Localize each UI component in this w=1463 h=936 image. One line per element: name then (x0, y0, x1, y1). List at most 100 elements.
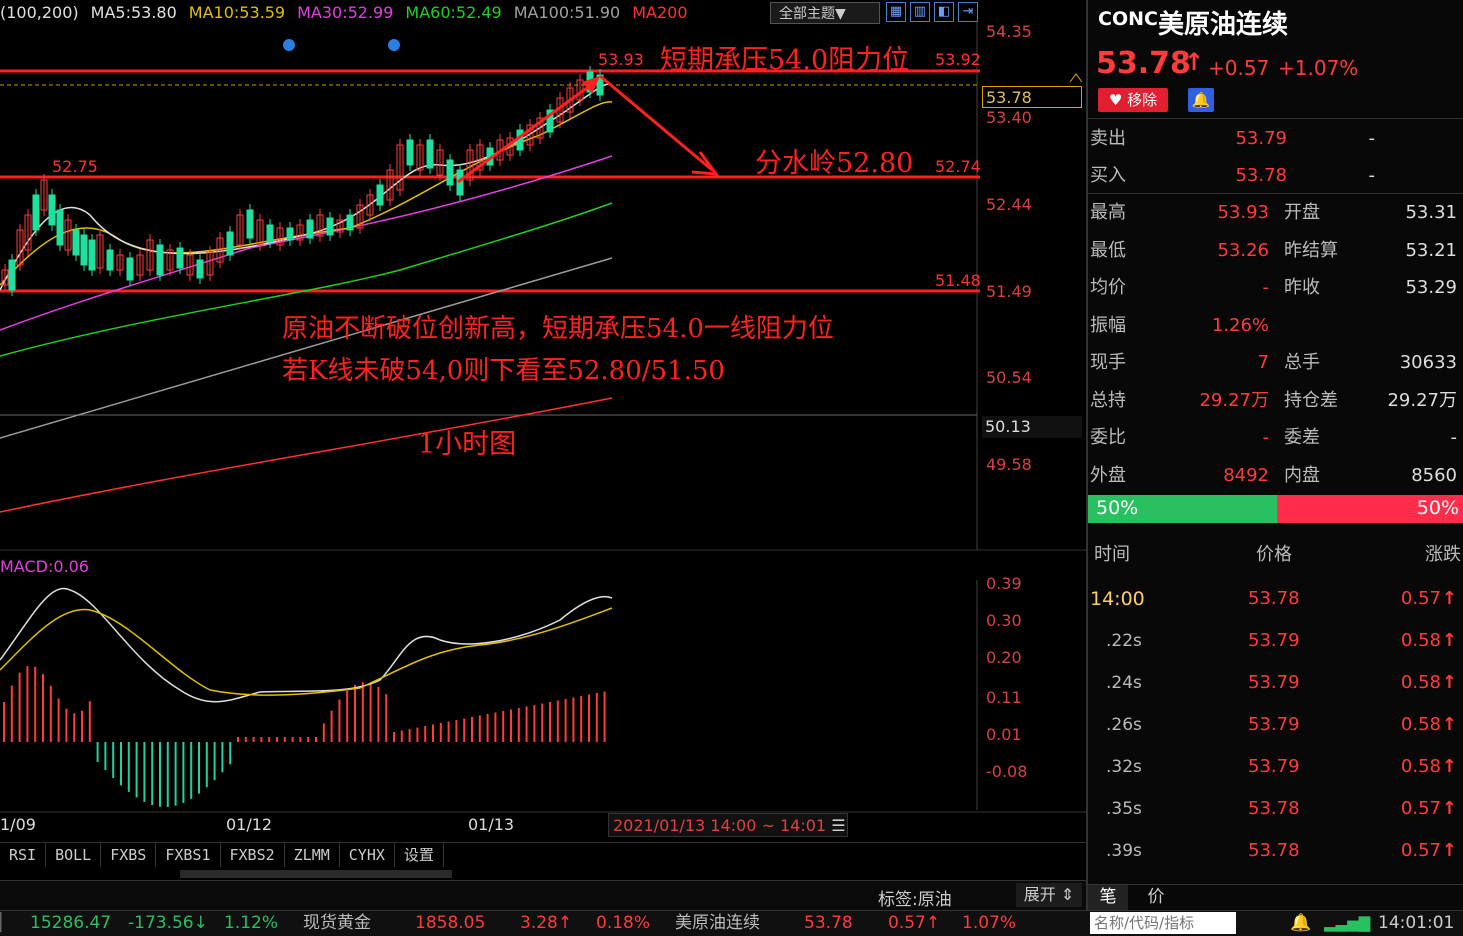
stat-row: 最高 53.93 开盘 53.31 (1090, 202, 1457, 223)
bid-row: 买入 53.78 - (1090, 165, 1375, 186)
high-level-right-label: 53.92 (935, 50, 981, 69)
indicator-tab[interactable]: 设置 (395, 843, 444, 867)
signal-dot (283, 39, 295, 51)
buy-sell-ratio-bar: 50% 50% (1088, 495, 1463, 523)
crosshair-price-tag: 50.13 (982, 416, 1082, 438)
tick-row: .22s 53.79 0.58 ↑ (1088, 620, 1463, 662)
macd-label: MACD:0.06 (0, 557, 89, 576)
gold-name[interactable]: 现货黄金 (303, 911, 371, 936)
watershed-annotation: 分水岭52.80 (755, 148, 914, 179)
gold-value: 1858.05 (415, 913, 486, 933)
candle-body (446, 159, 454, 186)
tick-row: .26s 53.79 0.58 ↑ (1088, 704, 1463, 746)
current-price-tag: 53.78 (982, 86, 1082, 108)
trend-arrow-up (457, 80, 596, 184)
price-marker-icon (1069, 73, 1083, 83)
stat-row: 委比 - 委差 - (1090, 427, 1457, 448)
candle-body (32, 194, 40, 231)
mid-level-right-label: 52.74 (935, 157, 981, 176)
candle-body (306, 219, 314, 239)
candle-body (266, 224, 274, 243)
candle-body (226, 231, 234, 256)
tick-row: .32s 53.79 0.58 ↑ (1088, 746, 1463, 788)
status-bar: ▏ 15286.47 -173.56↓ 1.12% 现货黄金 1858.05 3… (0, 910, 1463, 936)
macd-axis-label: 0.11 (986, 688, 1022, 707)
quote-name: 美原油连续 (1158, 10, 1289, 40)
bell-icon[interactable]: 🔔 (1188, 88, 1214, 112)
remove-favorite-button[interactable]: ♥ 移除 (1098, 88, 1168, 112)
price-axis-label: 52.44 (986, 195, 1032, 214)
oil-name[interactable]: 美原油连续 (675, 911, 760, 936)
search-input[interactable] (1090, 912, 1236, 934)
candle-body (196, 259, 204, 279)
trend-arrow-down (599, 74, 713, 172)
menu-icon[interactable]: ☰ (831, 816, 845, 835)
tick-row: .24s 53.79 0.58 ↑ (1088, 662, 1463, 704)
candle-body (376, 184, 384, 206)
price-axis-label: 53.40 (986, 108, 1032, 127)
clock: 14:01:01 (1378, 913, 1455, 933)
candle-body (48, 194, 56, 226)
up-arrow-icon: ↑ (1441, 630, 1457, 651)
stat-row: 均价 - 昨收 53.29 (1090, 277, 1457, 298)
macd-axis-label: -0.08 (986, 762, 1028, 781)
macd-dif-line (0, 587, 613, 703)
stat-row: 最低 53.26 昨结算 53.21 (1090, 239, 1457, 261)
tab-ticks[interactable]: 笔 (1088, 885, 1128, 910)
indicator-tabs: RSI BOLL FXBS FXBS1 FXBS2 ZLMM CYHX 设置 (0, 842, 1086, 867)
sell-ratio-label: 50% (1416, 497, 1459, 519)
quote-price: 53.78 (1096, 46, 1191, 81)
candle-body (286, 227, 294, 241)
candle-body (246, 209, 254, 239)
tag-label: 标签:原油 (878, 890, 952, 910)
tick-row: .39s 53.78 0.57 ↑ (1088, 830, 1463, 872)
candle-body (326, 217, 334, 236)
stat-row: 振幅 1.26% (1090, 314, 1269, 336)
quote-change-pct: +1.07% (1278, 56, 1359, 80)
resistance-annotation: 短期承压54.0阻力位 (660, 45, 910, 76)
candle-body (456, 169, 464, 196)
up-arrow-icon: ↑ (1441, 672, 1457, 693)
indicator-tab[interactable]: FXBS2 (221, 843, 285, 867)
low-level-right-label: 51.48 (935, 271, 981, 290)
time-range-display[interactable]: 2021/01/13 14:00 ~ 14:01 ☰ (608, 813, 848, 837)
tick-row: 14:00 53.78 0.57 ↑ (1088, 578, 1463, 620)
stat-row: 总持 29.27万 持仓差 29.27万 (1090, 389, 1457, 411)
price-axis-label: 51.49 (986, 282, 1032, 301)
index-change: -173.56↓ (128, 913, 208, 933)
candle-body (176, 247, 184, 269)
index-pct: 1.12% (224, 913, 279, 933)
candle-body (80, 234, 88, 266)
candle-body (106, 249, 114, 271)
macd-axis-label: 0.39 (986, 574, 1022, 593)
candle-body (346, 214, 354, 231)
bell-icon[interactable]: 🔔 (1290, 911, 1311, 936)
indicator-tab[interactable]: ZLMM (285, 843, 340, 867)
chart-scrollbar[interactable] (180, 870, 452, 878)
indicator-tab[interactable]: CYHX (340, 843, 395, 867)
gold-pct: 0.18% (596, 913, 651, 933)
price-axis-label: 49.58 (986, 455, 1032, 474)
candle-body (156, 244, 164, 276)
indicator-tab[interactable]: FXBS (101, 843, 157, 867)
indicator-tab[interactable]: RSI (0, 843, 47, 867)
date-label: 01/13 (468, 815, 515, 834)
high-level-label: 53.93 (598, 50, 644, 69)
heart-icon: ♥ (1108, 91, 1123, 109)
up-arrow-icon: ↑ (1184, 48, 1205, 76)
candle-body (56, 209, 64, 246)
macd-axis-label: 0.20 (986, 648, 1022, 667)
quote-panel: CONC 美原油连续 53.78 ↑ +0.57 +1.07% ♥ 移除 🔔 卖… (1086, 0, 1463, 910)
analysis-line-1: 原油不断破位创新高，短期承压54.0一线阻力位 (282, 314, 834, 344)
mid-level-label: 52.75 (52, 157, 98, 176)
candle-body (426, 139, 434, 169)
candle-body (88, 239, 96, 271)
tab-price[interactable]: 价 (1136, 885, 1176, 910)
kline-chart-area[interactable]: (100,200) MA5:53.80 MA10:53.59 MA30:52.99 MA… (0, 0, 1086, 880)
ask-row: 卖出 53.79 - (1090, 128, 1375, 149)
indicator-tab[interactable]: BOLL (46, 843, 102, 867)
expand-button[interactable]: 展开 ⇕ (1016, 883, 1082, 907)
index-value: 15286.47 (30, 913, 112, 933)
indicator-tab[interactable]: FXBS1 (156, 843, 221, 867)
date-label: 01/12 (226, 815, 273, 834)
